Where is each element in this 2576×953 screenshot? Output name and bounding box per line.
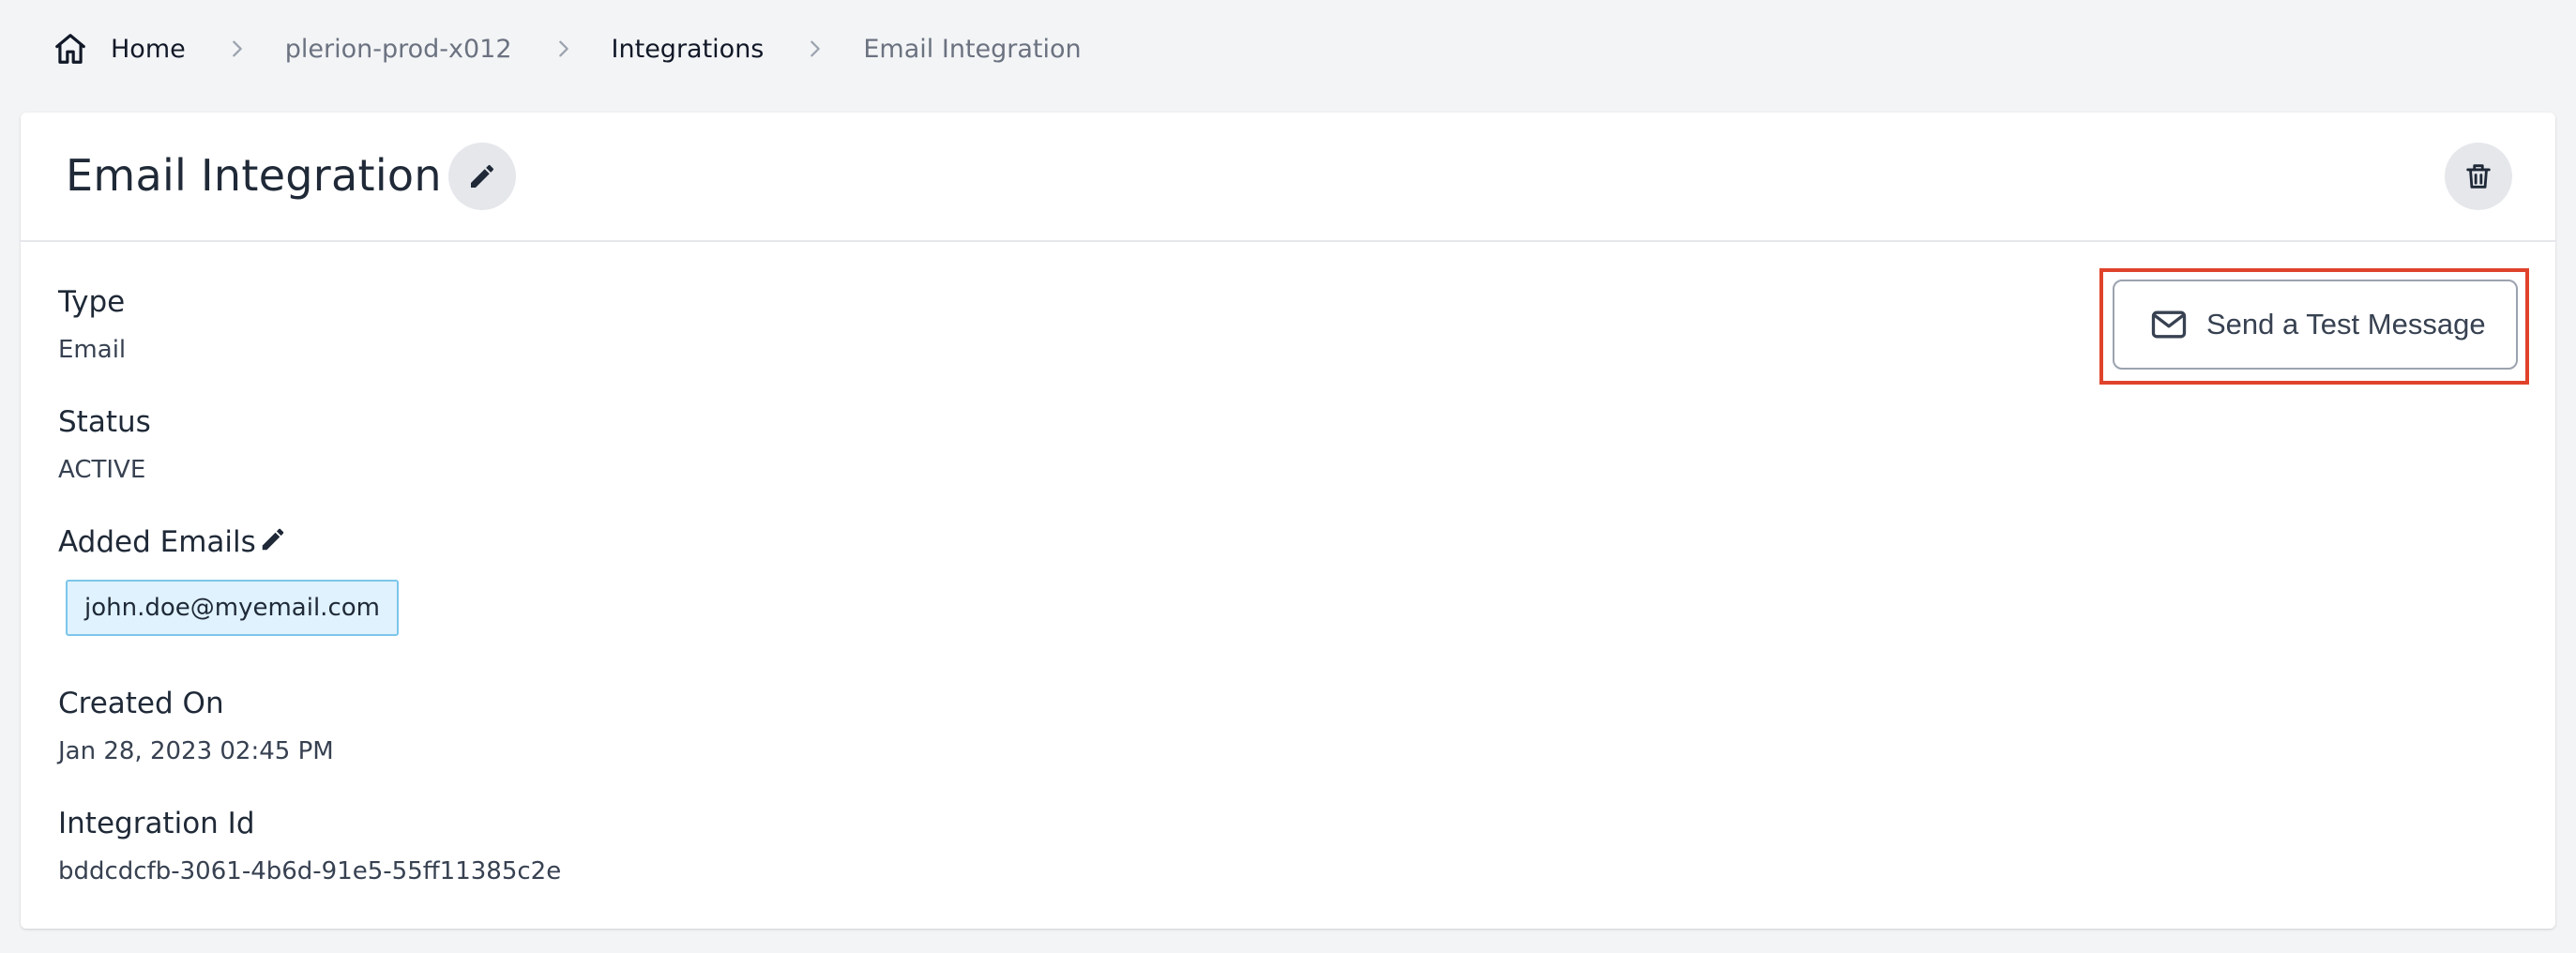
trash-icon: [2462, 160, 2494, 192]
breadcrumb: Home plerion-prod-x012 Integrations Emai…: [53, 28, 1082, 69]
created-on-value: Jan 28, 2023 02:45 PM: [58, 737, 334, 765]
integration-card: Email Integration Send a Test Message Ty…: [21, 113, 2555, 929]
edit-title-button[interactable]: [448, 143, 516, 210]
type-value: Email: [58, 336, 127, 364]
integration-id-label: Integration Id: [58, 807, 255, 840]
page-title: Email Integration: [66, 150, 442, 201]
breadcrumb-item-integrations[interactable]: Integrations: [612, 35, 765, 64]
breadcrumb-item-account[interactable]: plerion-prod-x012: [285, 35, 512, 64]
pencil-icon: [467, 161, 497, 191]
delete-button[interactable]: [2445, 143, 2512, 210]
email-chip: john.doe@myemail.com: [66, 580, 399, 636]
added-emails-label: Added Emails: [58, 525, 256, 559]
card-header: Email Integration: [21, 113, 2555, 242]
edit-emails-pencil-icon[interactable]: [259, 525, 287, 553]
send-test-message-button[interactable]: Send a Test Message: [2113, 280, 2518, 370]
home-icon: [53, 31, 88, 67]
created-on-label: Created On: [58, 687, 224, 720]
status-label: Status: [58, 405, 151, 439]
send-test-message-label: Send a Test Message: [2206, 308, 2486, 340]
chevron-right-icon: [805, 38, 826, 59]
status-value: ACTIVE: [58, 456, 146, 484]
mail-icon: [2148, 304, 2190, 345]
integration-id-value: bddcdcfb-3061-4b6d-91e5-55ff11385c2e: [58, 857, 562, 885]
chevron-right-icon: [227, 38, 248, 59]
breadcrumb-home-label[interactable]: Home: [111, 35, 186, 64]
breadcrumb-home[interactable]: Home: [53, 31, 186, 67]
breadcrumb-item-current: Email Integration: [863, 34, 1082, 64]
chevron-right-icon: [553, 38, 574, 59]
type-label: Type: [58, 285, 126, 319]
